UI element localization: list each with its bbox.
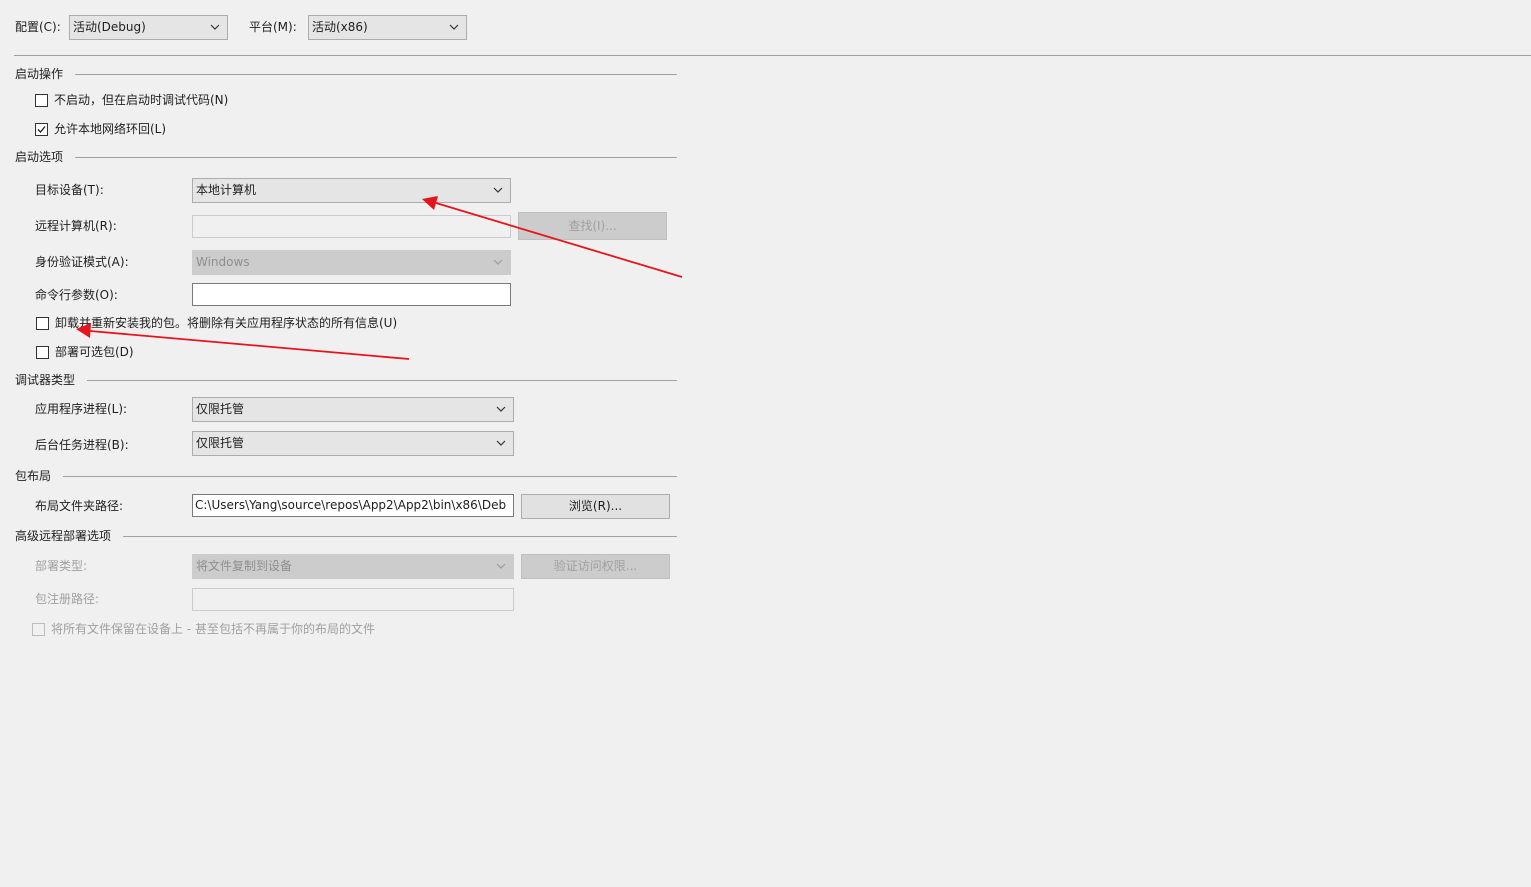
annotation-arrow-uninstall — [76, 323, 410, 360]
annotation-arrow-target-device — [422, 196, 683, 278]
annotation-arrows — [76, 196, 683, 360]
